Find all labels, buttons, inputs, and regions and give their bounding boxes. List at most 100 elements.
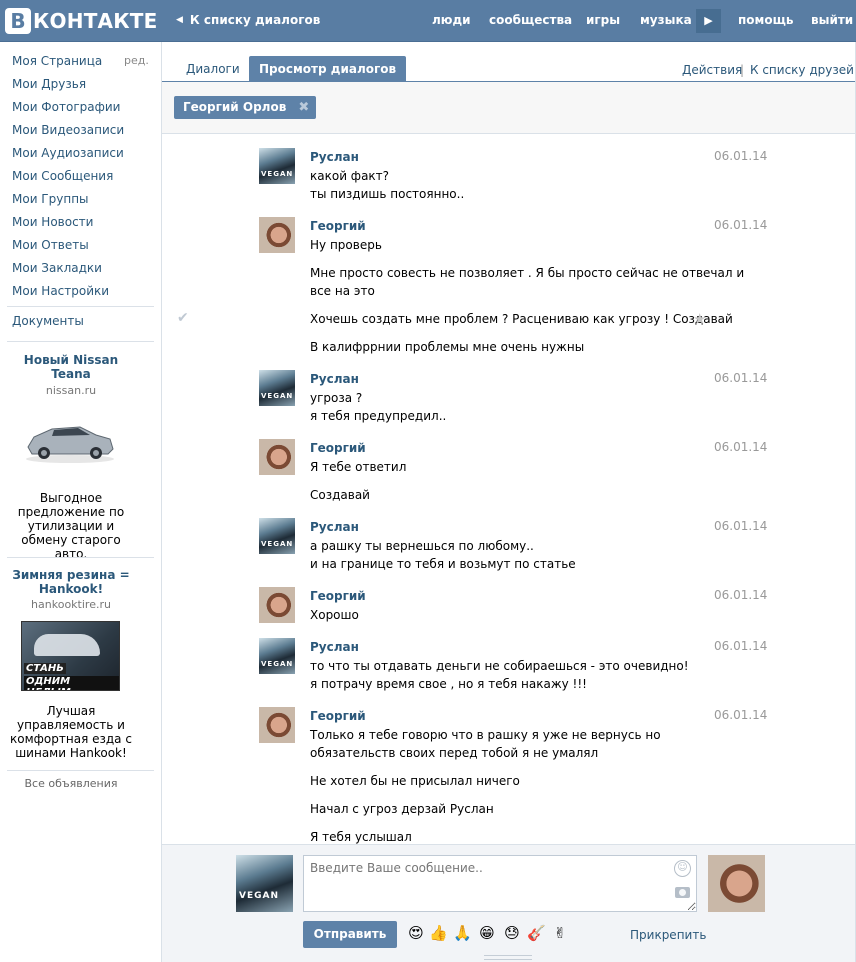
message-date: 06.01.14 (714, 588, 768, 602)
sidebar-item-groups[interactable]: Мои Группы (12, 192, 89, 206)
send-button[interactable]: Отправить (303, 921, 397, 948)
praying-hands-emoji-icon[interactable]: 🙏 (453, 924, 472, 942)
sender-name[interactable]: Руслан (310, 372, 359, 386)
filter-chip[interactable]: Георгий Орлов ✖ (174, 96, 317, 119)
heart-eyes-emoji-icon[interactable]: 😍 (407, 924, 425, 942)
sender-name[interactable]: Руслан (310, 150, 359, 164)
nav-communities[interactable]: сообщества (489, 13, 572, 27)
nav-more-arrow-icon[interactable]: ▶ (696, 9, 721, 33)
avatar[interactable]: VEGAN (259, 370, 295, 406)
tabs-bar: Диалоги Просмотр диалогов Действия | К с… (162, 42, 855, 82)
avatar[interactable] (259, 587, 295, 623)
nav-games[interactable]: игры (586, 13, 620, 27)
smile-icon[interactable]: ☺ (674, 860, 691, 877)
sidebar-item-videos[interactable]: Мои Видеозаписи (12, 123, 124, 137)
sidebar-item-news[interactable]: Мои Новости (12, 215, 93, 229)
message-text: ты пиздишь постоянно.. (310, 187, 465, 201)
sidebar-item-friends[interactable]: Мои Друзья (12, 77, 86, 91)
sidebar-divider (7, 770, 154, 771)
message-text: Мне просто совесть не позволяет . Я бы п… (310, 266, 745, 280)
logo-mark: В (5, 8, 31, 34)
nav-help[interactable]: помощь (738, 13, 793, 27)
tab-view-dialogs[interactable]: Просмотр диалогов (249, 56, 407, 82)
separator: | (740, 63, 745, 77)
sidebar-item-audio[interactable]: Мои Аудиозаписи (12, 146, 124, 160)
message-text: и на границе то тебя и возьмут по статье (310, 557, 576, 571)
sidebar-item-bookmarks[interactable]: Мои Закладки (12, 261, 102, 275)
ad-title-nissan[interactable]: Новый Nissan Teana (7, 353, 135, 381)
avatar[interactable]: VEGAN (259, 518, 295, 554)
message-text: В калифррнии проблемы мне очень нужны (310, 340, 585, 354)
camera-icon[interactable] (675, 887, 690, 898)
sidebar-item-photos[interactable]: Мои Фотографии (12, 100, 120, 114)
message-date: 06.01.14 (714, 440, 768, 454)
avatar[interactable]: VEGAN (259, 148, 295, 184)
message-text: какой факт? (310, 169, 390, 183)
message-text: Начал с угроз дерзай Руслан (310, 802, 494, 816)
message-text: Ну проверь (310, 238, 382, 252)
star-icon[interactable]: ★ (693, 310, 706, 328)
message-text: Хочешь создать мне проблем ? Расцениваю … (310, 312, 733, 326)
guitar-emoji-icon[interactable]: 🎸 (527, 924, 546, 942)
avatar[interactable] (259, 707, 295, 743)
sidebar-item-documents[interactable]: Документы (12, 314, 84, 328)
sidebar-item-answers[interactable]: Мои Ответы (12, 238, 89, 252)
chevron-left-icon: ◀ (176, 15, 183, 25)
message-text: Я тебе ответил (310, 460, 407, 474)
sidebar-divider (7, 341, 154, 342)
avatar[interactable]: VEGAN (236, 855, 293, 912)
sender-name[interactable]: Георгий (310, 219, 366, 233)
victory-hand-emoji-icon[interactable]: ✌ (551, 924, 569, 942)
ad-title-hankook[interactable]: Зимняя резина = Hankook! (7, 568, 135, 596)
avatar[interactable] (259, 439, 295, 475)
message-text: Хорошо (310, 608, 359, 622)
main-panel: Диалоги Просмотр диалогов Действия | К с… (161, 42, 856, 962)
sidebar-divider (7, 306, 154, 307)
message-input[interactable] (303, 855, 697, 912)
check-icon[interactable]: ✔ (177, 310, 189, 326)
sidebar-item-settings[interactable]: Мои Настройки (12, 284, 109, 298)
message-date: 06.01.14 (714, 708, 768, 722)
friends-list-link[interactable]: К списку друзей (750, 63, 854, 77)
ad-image-hankook[interactable]: СТАНЬ ОДНИМ ЦЕЛЫМ (21, 621, 120, 691)
message-text: то что ты отдавать деньги не собираешься… (310, 659, 689, 673)
car-shape (34, 634, 100, 656)
sender-name[interactable]: Георгий (310, 709, 366, 723)
message-date: 06.01.14 (714, 149, 768, 163)
avatar[interactable] (259, 217, 295, 253)
sweat-emoji-icon[interactable]: 😓 (503, 924, 521, 942)
sidebar-item-messages[interactable]: Мои Сообщения (12, 169, 113, 183)
nav-music[interactable]: музыка (640, 13, 692, 27)
message-composer: VEGAN ☺ Отправить 😍 👍 🙏 😁 😓 🎸 ✌ Прикрепи… (162, 844, 855, 962)
close-icon[interactable]: ✖ (298, 96, 309, 119)
sidebar-item-my-page[interactable]: Моя Страница (12, 54, 102, 68)
resize-handle[interactable] (484, 955, 532, 960)
logo-text: КОНТАКТЕ (33, 9, 158, 33)
actions-link[interactable]: Действия (682, 63, 742, 77)
grin-emoji-icon[interactable]: 😁 (478, 924, 496, 942)
sender-name[interactable]: Руслан (310, 640, 359, 654)
sidebar-edit-link[interactable]: ред. (124, 54, 149, 67)
message-text: Я тебя услышал (310, 830, 412, 844)
ad-domain-nissan: nissan.ru (45, 384, 97, 397)
sender-name[interactable]: Руслан (310, 520, 359, 534)
thumbs-up-emoji-icon[interactable]: 👍 (429, 924, 448, 942)
nav-logout[interactable]: выйти (811, 13, 853, 27)
message-text: все на это (310, 284, 375, 298)
back-to-dialogs-link[interactable]: ◀ К списку диалогов (176, 13, 320, 27)
avatar[interactable] (708, 855, 765, 912)
ad-image-nissan-car[interactable] (22, 417, 117, 465)
all-ads-link[interactable]: Все объявления (7, 777, 135, 790)
avatar[interactable]: VEGAN (259, 638, 295, 674)
attach-link[interactable]: Прикрепить (630, 928, 706, 942)
sender-name[interactable]: Георгий (310, 589, 366, 603)
nav-people[interactable]: люди (432, 13, 471, 27)
vk-logo[interactable]: В КОНТАКТЕ (5, 7, 157, 35)
sidebar-divider (7, 557, 154, 558)
message-text: Создавай (310, 488, 370, 502)
ad-text-hankook: Лучшая управляемость и комфортная езда с… (10, 704, 132, 760)
message-date: 06.01.14 (714, 639, 768, 653)
tab-dialogs[interactable]: Диалоги (176, 56, 250, 82)
sender-name[interactable]: Георгий (310, 441, 366, 455)
message-text: Не хотел бы не присылал ничего (310, 774, 520, 788)
